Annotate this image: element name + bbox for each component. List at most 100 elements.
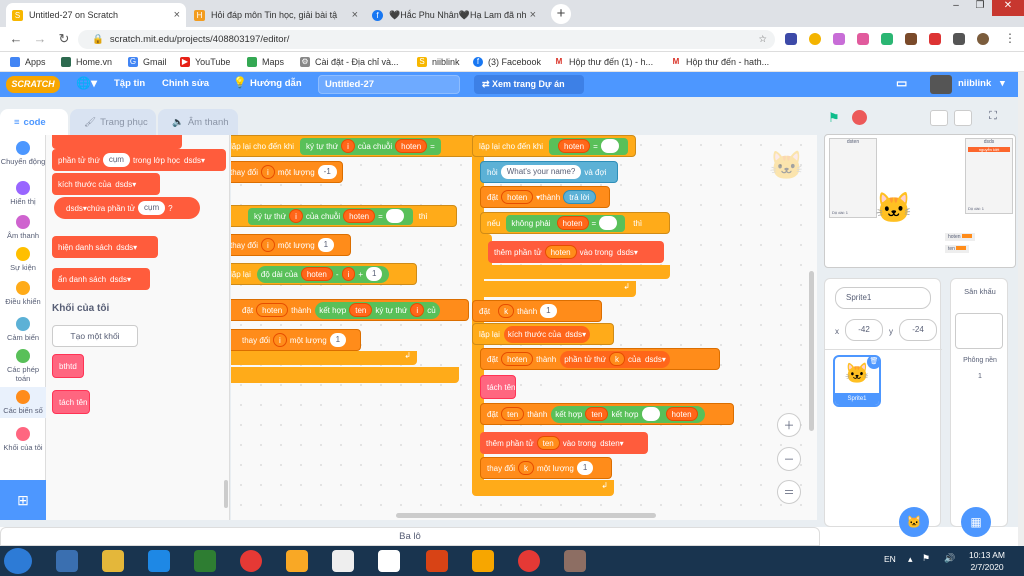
block-dropdown[interactable]: dsds [565, 330, 582, 339]
chess-app-icon[interactable] [332, 550, 354, 572]
reload-icon[interactable]: ↻ [56, 32, 72, 46]
variable-dropdown[interactable]: i [261, 238, 275, 252]
category-events[interactable]: Sự kiện [0, 247, 46, 272]
text-input[interactable]: What's your name? [500, 165, 582, 179]
block-dropdown[interactable]: dsds [645, 355, 662, 364]
stop-icon[interactable] [852, 110, 867, 125]
add-extension-button[interactable]: ⊞ [0, 480, 46, 520]
bookmark-youtube[interactable]: ▶ YouTube [180, 57, 230, 67]
maximize-icon[interactable]: ❐ [968, 0, 992, 16]
category-motion[interactable]: Chuyển động [0, 141, 46, 166]
browser-menu-icon[interactable]: ⋮ [1004, 31, 1016, 45]
workspace-horizontal-scrollbar[interactable] [396, 513, 656, 518]
back-icon[interactable]: ← [8, 32, 24, 46]
variable-dropdown[interactable]: hoten [501, 190, 534, 204]
language-indicator[interactable]: EN [884, 554, 896, 564]
variable-reporter[interactable]: hoten [665, 407, 698, 421]
close-tab-icon[interactable]: × [174, 9, 180, 21]
list-length-reporter[interactable]: kích thước của dsds ▾ [503, 325, 591, 343]
variable-dropdown[interactable]: k [498, 304, 515, 318]
variable-reporter[interactable]: i [289, 209, 303, 223]
script-b-set-ten-join[interactable]: đặt ten thành kết hợp ten kết hợp hoten [480, 403, 734, 425]
variable-reporter[interactable]: ten [585, 407, 609, 421]
script-a-change-i-2[interactable]: thay đổi i một lượng 1 [231, 234, 351, 256]
number-input[interactable]: 1 [576, 461, 594, 475]
block-input[interactable]: cụm [102, 153, 130, 167]
choose-sprite-button[interactable]: 🐱 [899, 507, 929, 537]
variable-reporter[interactable]: ten [536, 436, 560, 450]
golf-app-icon[interactable] [378, 550, 400, 572]
network-app-icon[interactable] [194, 550, 216, 572]
stage-selector-panel[interactable]: Sân khấu Phông nền 1 ▦ [950, 278, 1008, 537]
powerpoint-icon[interactable] [426, 550, 448, 572]
block-dropdown[interactable]: dsten [600, 439, 620, 448]
browser-tab-scratch[interactable]: S Untitled-27 on Scratch × [6, 3, 186, 27]
minimize-icon[interactable]: – [944, 0, 968, 16]
block-input[interactable]: cụm [138, 201, 166, 215]
number-input[interactable]: 1 [365, 267, 383, 281]
see-project-page-button[interactable]: ⇄ Xem trang Dự án [474, 75, 584, 94]
palette-block-show-list[interactable]: hiện danh sách dsds ▾ [52, 236, 158, 258]
number-input[interactable]: 1 [329, 333, 347, 347]
block-dropdown[interactable]: dsds [184, 156, 201, 165]
close-tab-icon[interactable]: × [530, 9, 536, 21]
empty-input[interactable] [385, 209, 404, 223]
folder-icon[interactable]: ▭ [896, 76, 907, 90]
item-of-list-reporter[interactable]: phần tử thứ k của dsds ▾ [560, 350, 670, 368]
script-b-if-not[interactable]: nếu không phải hoten = thì [480, 212, 670, 234]
variable-reporter[interactable]: ten [349, 303, 373, 317]
extension-icon-4[interactable] [857, 33, 869, 45]
forward-icon[interactable]: → [32, 32, 48, 46]
variable-reporter[interactable]: hoten [343, 209, 376, 223]
category-my-blocks[interactable]: Khối của tôi [0, 427, 46, 452]
chrome-icon-2[interactable] [518, 550, 540, 572]
extension-icon-5[interactable] [881, 33, 893, 45]
answer-reporter[interactable]: trả lời [563, 190, 596, 204]
empty-input[interactable] [641, 407, 660, 421]
palette-block-hide-list[interactable]: ẩn danh sách dsds ▾ [52, 268, 150, 290]
category-control[interactable]: Điều khiển [0, 281, 46, 306]
empty-input[interactable] [599, 216, 618, 230]
small-stage-icon[interactable] [930, 110, 948, 126]
bookmark-apps[interactable]: Apps [10, 57, 46, 67]
scratch-app-icon[interactable] [472, 550, 494, 572]
script-a-change-i[interactable]: thay đổi i một lượng -1 [231, 161, 343, 183]
number-input[interactable]: 1 [317, 238, 335, 252]
zoom-in-icon[interactable]: ＋ [777, 413, 801, 437]
file-menu[interactable]: Tập tin [114, 78, 145, 89]
choose-backdrop-button[interactable]: ▦ [961, 507, 991, 537]
variable-dropdown[interactable]: hoten [256, 303, 289, 317]
zoom-out-icon[interactable]: － [777, 447, 801, 471]
script-b-add-ten-to-dsten[interactable]: thêm phần tử ten vào trong dsten ▾ [480, 432, 648, 454]
bookmark-facebook[interactable]: f (3) Facebook [473, 57, 541, 67]
media-player-icon[interactable] [56, 550, 78, 572]
variable-reporter[interactable]: hoten [300, 267, 333, 281]
script-b-ask-and-wait[interactable]: hỏi What's your name? và đợi [480, 161, 618, 183]
extension-icon-1[interactable] [785, 33, 797, 45]
username[interactable]: niiblink [958, 78, 991, 89]
start-button[interactable] [4, 548, 32, 574]
extension-icon-2[interactable] [809, 33, 821, 45]
large-stage-icon[interactable] [954, 110, 972, 126]
y-position-input[interactable]: -24 [899, 319, 937, 341]
variable-dropdown[interactable]: k [518, 461, 535, 475]
variable-dropdown[interactable]: i [261, 165, 275, 179]
extension-icon-3[interactable] [833, 33, 845, 45]
sprite-name-input[interactable]: Sprite1 [835, 287, 931, 309]
stage-canvas[interactable]: dsten Dộ dài: 1 dsds nguyễn kiệt Dộ dài: 1 … [824, 134, 1016, 268]
project-title-input[interactable]: Untitled-27 [318, 75, 460, 94]
category-sensing[interactable]: Cảm biến [0, 317, 46, 342]
tab-sounds[interactable]: 🔈 Âm thanh [158, 109, 238, 135]
clock[interactable]: 10:13 AM 2/7/2020 [962, 549, 1012, 573]
trash-icon[interactable]: 🗑 [867, 357, 879, 369]
script-b-set-hoten-answer[interactable]: đặt hoten ▾ thành trả lời [480, 186, 610, 208]
edit-menu[interactable]: Chỉnh sửa [162, 78, 209, 89]
url-field[interactable]: 🔒 scratch.mit.edu/projects/408803197/edit… [78, 30, 775, 49]
bookmark-maps[interactable]: Maps [247, 57, 284, 67]
backpack-bar[interactable]: Ba lô [0, 527, 820, 546]
block-dropdown[interactable]: dsds [116, 243, 133, 252]
variable-dropdown[interactable]: i [273, 333, 287, 347]
script-a-change-i-3[interactable]: thay đổi i một lượng 1 [231, 329, 361, 351]
variable-reporter[interactable]: hoten [558, 139, 591, 153]
chrome-icon[interactable] [240, 550, 262, 572]
